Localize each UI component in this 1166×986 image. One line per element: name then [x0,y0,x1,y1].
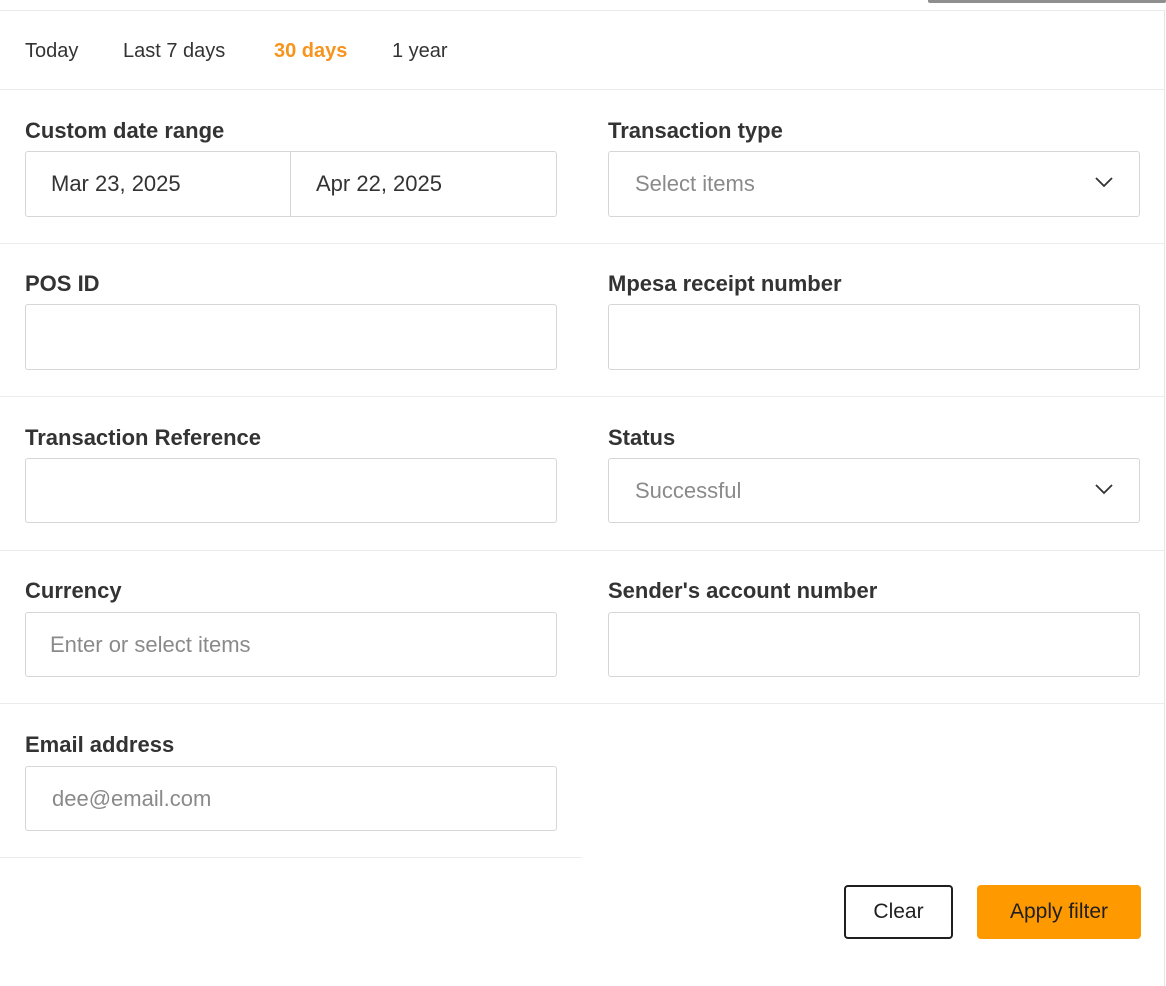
end-date[interactable]: Apr 22, 2025 [291,152,556,216]
filter-row-1: Custom date range Mar 23, 2025 Apr 22, 2… [0,90,1165,244]
senders-account-number-input[interactable] [609,613,1139,676]
currency-input[interactable] [26,613,556,676]
start-date[interactable]: Mar 23, 2025 [26,152,290,216]
status-value: Successful [635,477,742,503]
transaction-reference-input[interactable] [26,459,556,522]
tab-last-7-days[interactable]: Last 7 days [123,40,225,63]
pos-id-label: POS ID [25,271,100,296]
currency-label: Currency [25,578,122,603]
filter-row-4: Currency Sender's account number [0,551,1165,704]
senders-account-number-field[interactable] [608,612,1140,677]
transaction-type-placeholder: Select items [635,171,755,196]
email-address-input[interactable] [26,767,556,830]
senders-account-number-label: Sender's account number [608,578,878,603]
chevron-down-icon [1095,484,1113,495]
clear-button[interactable]: Clear [844,885,953,939]
pos-id-input[interactable] [26,305,556,369]
chevron-down-icon [1095,177,1113,188]
apply-filter-button[interactable]: Apply filter [977,885,1141,939]
tab-30-days[interactable]: 30 days [274,40,347,63]
drawer-handle[interactable] [928,0,1166,3]
filter-row-3: Transaction Reference Status Successful [0,397,1165,551]
mpesa-receipt-number-field[interactable] [608,304,1140,370]
transaction-reference-label: Transaction Reference [25,425,261,450]
mpesa-receipt-number-input[interactable] [609,305,1139,369]
status-label: Status [608,425,676,450]
date-range-tabs: Today Last 7 days 30 days 1 year [0,11,1165,90]
date-range-picker[interactable]: Mar 23, 2025 Apr 22, 2025 [25,151,557,217]
tab-today[interactable]: Today [25,40,78,63]
currency-field[interactable] [25,612,557,677]
filter-row-2: POS ID Mpesa receipt number [0,244,1165,397]
filter-row-5: Email address [0,704,582,858]
transaction-type-label: Transaction type [608,118,783,143]
tab-1-year[interactable]: 1 year [392,40,448,63]
email-address-label: Email address [25,732,175,757]
custom-date-range-label: Custom date range [25,118,225,143]
pos-id-field[interactable] [25,304,557,370]
filter-panel: Today Last 7 days 30 days 1 year Custom … [0,10,1165,986]
email-address-field[interactable] [25,766,557,831]
transaction-reference-field[interactable] [25,458,557,523]
transaction-type-select[interactable]: Select items [608,151,1140,217]
mpesa-receipt-number-label: Mpesa receipt number [608,271,842,296]
status-select[interactable]: Successful [608,458,1140,523]
